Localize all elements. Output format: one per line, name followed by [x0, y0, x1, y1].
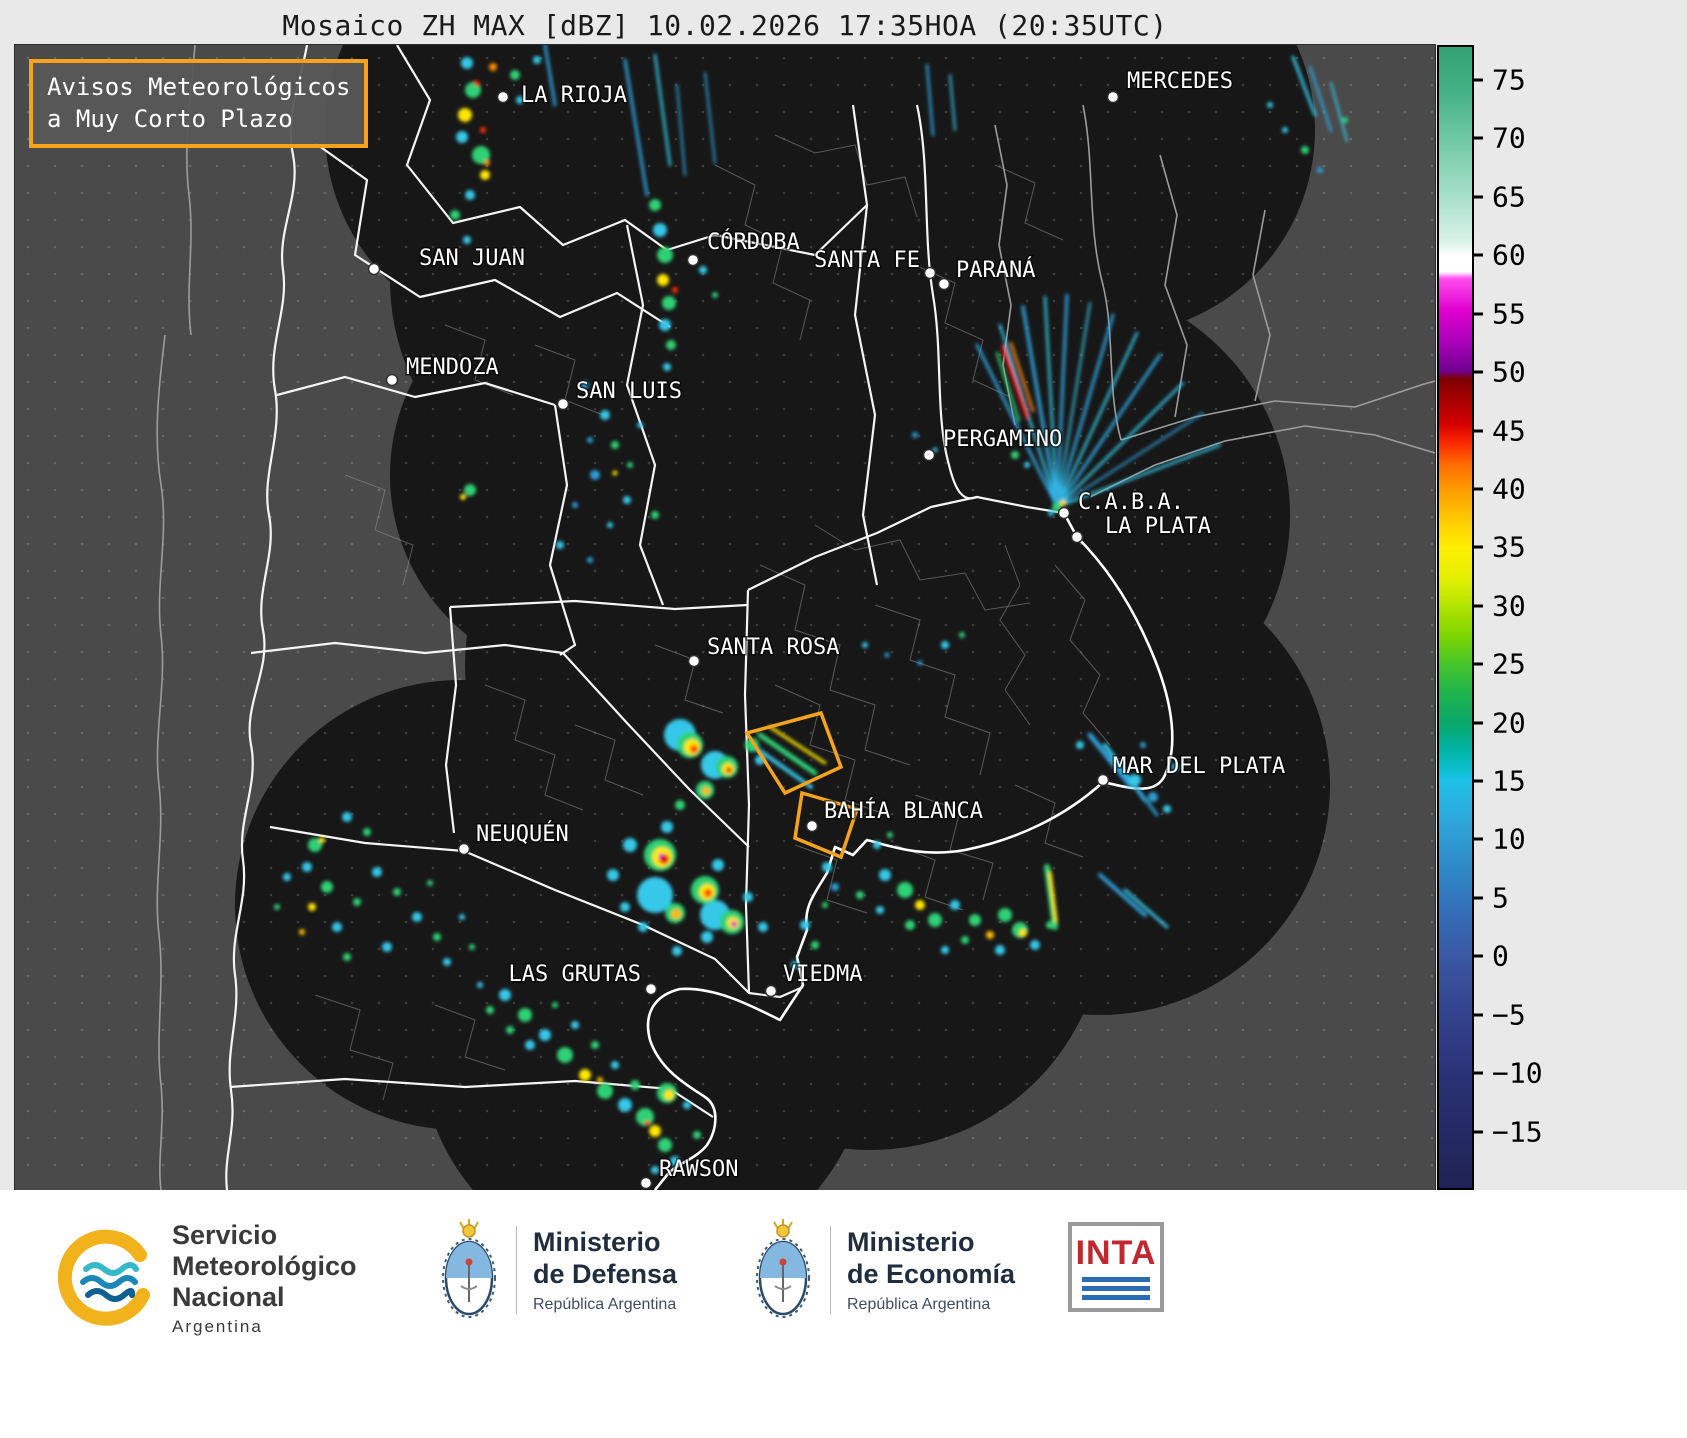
smn-line4: Argentina — [172, 1317, 263, 1337]
page-title: Mosaico ZH MAX [dBZ] 10.02.2026 17:35HOA… — [282, 9, 1168, 42]
city-label: BAHÍA BLANCA — [824, 798, 983, 824]
warning-legend: Avisos Meteorológicos a Muy Corto Plazo — [29, 59, 369, 148]
city-label: LA PLATA — [1105, 514, 1211, 539]
economia-wordmark: Ministerio de Economía República Argenti… — [847, 1226, 1015, 1315]
inta-waves-icon — [1082, 1273, 1150, 1300]
colorbar-tick: 10 — [1474, 823, 1526, 856]
logo-divider — [830, 1226, 831, 1314]
colorbar-tick: 75 — [1474, 64, 1526, 97]
city-marker — [639, 1176, 653, 1190]
defensa-sub: República Argentina — [533, 1296, 677, 1314]
city-label: VIEDMA — [783, 962, 862, 987]
defensa-line1: Ministerio — [533, 1226, 661, 1257]
argentina-coat-of-arms-icon — [442, 1219, 496, 1318]
colorbar: 75 70 65 60 55 50 45 40 35 30 25 20 15 10 5 0 −5 −10 −15 — [1437, 45, 1677, 1190]
city-marker — [556, 397, 570, 411]
city-label: SAN LUIS — [576, 379, 682, 404]
inta-logo-icon: INTA — [1068, 1222, 1164, 1312]
city-marker — [367, 262, 381, 276]
colorbar-tick: 35 — [1474, 531, 1526, 564]
colorbar-tick: −10 — [1474, 1057, 1543, 1090]
city-marker — [923, 266, 937, 280]
city-marker — [686, 253, 700, 267]
city-marker — [1106, 90, 1120, 104]
warning-legend-line1: Avisos Meteorológicos — [47, 73, 351, 101]
smn-line3: Nacional — [172, 1282, 285, 1313]
defensa-line2: de Defensa — [533, 1259, 678, 1289]
city-marker — [1070, 530, 1084, 544]
city-label: MENDOZA — [406, 355, 499, 380]
colorbar-tick: 60 — [1474, 239, 1526, 272]
city-marker — [805, 819, 819, 833]
city-label: MERCEDES — [1127, 69, 1233, 94]
smn-logo-group: Servicio Meteorológico Nacional Argentin… — [58, 1220, 357, 1337]
colorbar-tick: 15 — [1474, 765, 1526, 798]
economia-logo-group: Ministerio de Economía República Argenti… — [752, 1218, 1015, 1322]
city-label: PERGAMINO — [943, 427, 1062, 452]
argentina-coat-of-arms-icon — [756, 1219, 810, 1318]
defensa-wordmark: Ministerio de Defensa República Argentin… — [533, 1226, 677, 1315]
smn-logo-icon — [58, 1229, 150, 1326]
city-label: SAN JUAN — [419, 246, 525, 271]
radar-map-canvas: LA RIOJA MERCEDES SAN JUAN CÓRDOBA SANTA FE P… — [15, 45, 1435, 1190]
economia-line1: Ministerio — [847, 1226, 975, 1257]
economia-line2: de Economía — [847, 1259, 1016, 1289]
colorbar-tick: 50 — [1474, 356, 1526, 389]
smn-line1: Servicio — [172, 1220, 278, 1250]
radar-map: LA RIOJA MERCEDES SAN JUAN CÓRDOBA SANTA FE P… — [14, 44, 1436, 1191]
city-label: LAS GRUTAS — [509, 962, 641, 987]
city-marker — [764, 984, 778, 998]
logo-divider — [516, 1226, 517, 1314]
colorbar-tick: 25 — [1474, 648, 1526, 681]
city-label: SANTA FE — [814, 248, 920, 273]
city-label: RAWSON — [659, 1157, 738, 1182]
city-marker — [644, 982, 658, 996]
colorbar-tick: 20 — [1474, 706, 1526, 739]
city-label: C.A.B.A. — [1078, 490, 1184, 515]
economia-sub: República Argentina — [847, 1296, 991, 1314]
city-marker — [385, 373, 399, 387]
city-label: PARANÁ — [956, 257, 1035, 283]
inta-logo-group: INTA — [1068, 1222, 1164, 1312]
colorbar-tick: 45 — [1474, 414, 1526, 447]
warning-legend-line2: a Muy Corto Plazo — [47, 105, 293, 134]
city-marker — [496, 90, 510, 104]
colorbar-gradient — [1437, 45, 1474, 1190]
graticule-dots — [15, 45, 1435, 1190]
defensa-logo-group: Ministerio de Defensa República Argentin… — [438, 1218, 677, 1322]
colorbar-tick: 5 — [1474, 881, 1509, 914]
city-marker — [937, 277, 951, 291]
city-label: CÓRDOBA — [707, 229, 800, 255]
colorbar-tick: −5 — [1474, 998, 1526, 1031]
city-label: LA RIOJA — [521, 83, 627, 108]
radar-product-page: Mosaico ZH MAX [dBZ] 10.02.2026 17:35HOA… — [0, 0, 1687, 1438]
inta-label: INTA — [1075, 1234, 1157, 1272]
colorbar-tick: 55 — [1474, 297, 1526, 330]
colorbar-tick: −15 — [1474, 1115, 1543, 1148]
city-marker — [1057, 506, 1071, 520]
colorbar-tick: 0 — [1474, 940, 1509, 973]
city-label: SANTA ROSA — [707, 635, 839, 660]
colorbar-tick: 70 — [1474, 122, 1526, 155]
city-marker — [457, 842, 471, 856]
city-label: NEUQUÉN — [476, 821, 569, 847]
city-marker — [922, 448, 936, 462]
smn-wordmark: Servicio Meteorológico Nacional Argentin… — [172, 1220, 357, 1337]
colorbar-tick: 30 — [1474, 589, 1526, 622]
footer: Servicio Meteorológico Nacional Argentin… — [0, 1190, 1687, 1438]
city-marker — [687, 654, 701, 668]
smn-line2: Meteorológico — [172, 1251, 357, 1282]
colorbar-tick: 40 — [1474, 472, 1526, 505]
city-marker — [1096, 773, 1110, 787]
colorbar-tick: 65 — [1474, 180, 1526, 213]
city-label: MAR DEL PLATA — [1113, 754, 1285, 779]
